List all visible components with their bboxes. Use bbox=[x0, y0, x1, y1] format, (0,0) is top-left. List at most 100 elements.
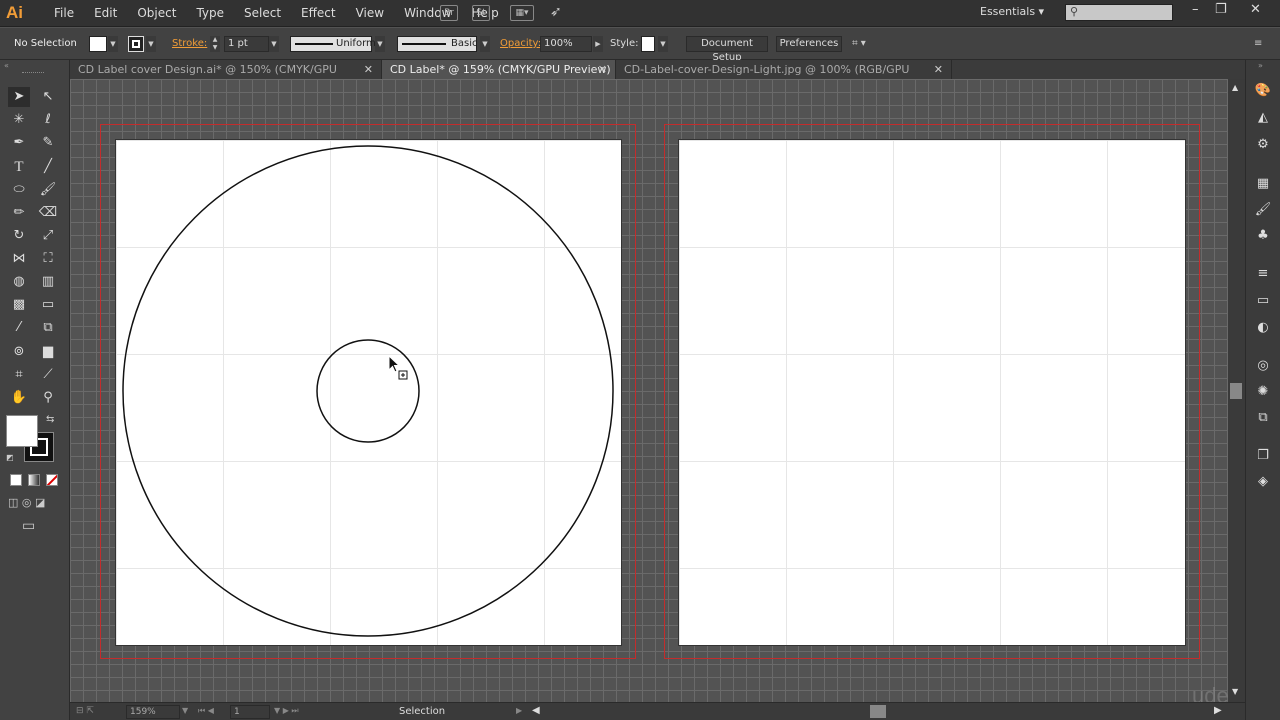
eraser-tool-icon[interactable]: ⌫ bbox=[37, 203, 59, 223]
tab-cd-label[interactable]: CD Label* @ 159% (CMYK/GPU Preview) ✕ bbox=[382, 60, 616, 79]
color-guide-icon[interactable]: ◭ bbox=[1253, 108, 1273, 128]
stroke-label[interactable]: Stroke: bbox=[172, 36, 207, 52]
appearance-panel-icon[interactable]: ◎ bbox=[1253, 356, 1273, 376]
drawing-modes-icon[interactable]: ◫ ◎ ◪ bbox=[8, 496, 62, 512]
selection-tool-icon[interactable]: ➤ bbox=[8, 87, 30, 107]
free-transform-tool-icon[interactable]: ⛶ bbox=[37, 249, 59, 269]
close-window-button[interactable]: ✕ bbox=[1250, 2, 1261, 17]
first-artboard-icon[interactable]: ⏮ ◀ bbox=[198, 706, 214, 716]
profile-dropdown[interactable]: ▼ bbox=[375, 36, 385, 52]
outer-cd-circle[interactable] bbox=[122, 145, 614, 637]
pencil-tool-icon[interactable]: ✏ bbox=[8, 203, 30, 223]
stroke-weight-input[interactable]: 1 pt bbox=[224, 36, 269, 52]
lasso-tool-icon[interactable]: ℓ bbox=[37, 110, 59, 130]
align-options-icon[interactable]: ⌗ ▾ bbox=[852, 36, 866, 52]
tab-cd-label-cover-design-light[interactable]: CD-Label-cover-Design-Light.jpg @ 100% (… bbox=[616, 60, 952, 95]
document-setup-button[interactable]: Document Setup bbox=[686, 36, 768, 63]
gradient-tool-icon[interactable]: ▭ bbox=[37, 295, 59, 315]
artboard-tool-icon[interactable]: ⌗ bbox=[8, 365, 30, 385]
line-segment-tool-icon[interactable]: ╱ bbox=[37, 157, 59, 177]
zoom-tool-icon[interactable]: ⚲ bbox=[37, 388, 59, 408]
swatches-panel-icon[interactable]: ▦ bbox=[1253, 174, 1273, 194]
graphic-styles-panel-icon[interactable]: ✺ bbox=[1253, 382, 1273, 402]
close-tab-icon[interactable]: ✕ bbox=[598, 60, 607, 79]
control-panel-menu-icon[interactable]: ≡ bbox=[1254, 36, 1262, 52]
blend-tool-icon[interactable]: ⧉ bbox=[37, 318, 59, 338]
artboard-number-field[interactable]: 1 bbox=[230, 705, 270, 719]
color-panel-icon[interactable]: 🎨 bbox=[1253, 81, 1273, 101]
expand-panels-icon[interactable]: » bbox=[1258, 61, 1263, 70]
gradient-mode-icon[interactable] bbox=[28, 474, 40, 486]
canvas-area[interactable]: udemy bbox=[70, 79, 1258, 708]
none-mode-icon[interactable] bbox=[46, 474, 58, 486]
stock-icon[interactable]: St bbox=[472, 5, 490, 21]
gpu-performance-icon[interactable]: ➶ bbox=[550, 4, 562, 20]
fill-color-box[interactable] bbox=[6, 415, 38, 447]
menu-file[interactable]: File bbox=[44, 0, 84, 27]
opacity-input[interactable]: 100% bbox=[540, 36, 592, 52]
flip-icon[interactable]: ⊟ ⇱ bbox=[76, 706, 94, 716]
direct-selection-tool-icon[interactable]: ↖ bbox=[37, 87, 59, 107]
tab-cd-label-cover-design[interactable]: CD Label cover Design.ai* @ 150% (CMYK/G… bbox=[70, 60, 382, 95]
scroll-left-arrow-icon[interactable]: ◀ bbox=[532, 705, 540, 716]
color-themes-icon[interactable]: ⚙ bbox=[1253, 135, 1273, 155]
brush-dropdown[interactable]: ▼ bbox=[480, 36, 490, 52]
color-mode-icon[interactable] bbox=[10, 474, 22, 486]
stroke-weight-dropdown[interactable]: ▼ bbox=[269, 36, 279, 52]
screen-mode-icon[interactable]: ▭ bbox=[22, 518, 35, 534]
menu-effect[interactable]: Effect bbox=[291, 0, 346, 27]
symbols-panel-icon[interactable]: ♣ bbox=[1253, 226, 1273, 246]
slice-tool-icon[interactable]: ⟋ bbox=[37, 365, 59, 385]
transparency-panel-icon[interactable]: ◐ bbox=[1253, 318, 1273, 338]
menu-object[interactable]: Object bbox=[127, 0, 186, 27]
symbol-sprayer-tool-icon[interactable]: ⊚ bbox=[8, 342, 30, 362]
layers-panel-icon[interactable]: ◈ bbox=[1253, 472, 1273, 492]
panel-grip[interactable] bbox=[22, 72, 44, 75]
swap-fill-stroke-icon[interactable]: ⇆ bbox=[46, 414, 54, 425]
brush-definition[interactable]: Basic bbox=[397, 36, 477, 52]
default-fill-stroke-icon[interactable]: ◩ bbox=[6, 453, 16, 463]
curvature-tool-icon[interactable]: ✎ bbox=[37, 133, 59, 153]
ellipse-tool-icon[interactable]: ⬭ bbox=[8, 180, 30, 200]
scroll-right-arrow-icon[interactable]: ▶ bbox=[1214, 705, 1222, 716]
minimize-button[interactable]: – bbox=[1192, 2, 1199, 17]
menu-view[interactable]: View bbox=[346, 0, 394, 27]
restore-button[interactable]: ❐ bbox=[1215, 2, 1227, 17]
stroke-swatch[interactable] bbox=[128, 36, 144, 52]
zoom-dropdown-arrow[interactable]: ▼ bbox=[182, 706, 188, 715]
fill-swatch[interactable] bbox=[89, 36, 107, 52]
zoom-level-field[interactable]: 159% bbox=[126, 705, 180, 719]
close-tab-icon[interactable]: ✕ bbox=[364, 60, 373, 79]
menu-select[interactable]: Select bbox=[234, 0, 291, 27]
variable-width-profile[interactable]: Uniform bbox=[290, 36, 376, 52]
vertical-scrollbar[interactable]: ▲ ▼ bbox=[1228, 79, 1245, 702]
shape-builder-tool-icon[interactable]: ◍ bbox=[8, 272, 30, 292]
fill-dropdown-arrow[interactable]: ▼ bbox=[108, 36, 118, 52]
mesh-tool-icon[interactable]: ▩ bbox=[8, 295, 30, 315]
preferences-button[interactable]: Preferences bbox=[776, 36, 842, 52]
pen-tool-icon[interactable]: ✒ bbox=[8, 133, 30, 153]
collapse-panel-icon[interactable]: « bbox=[4, 61, 9, 70]
search-help-field[interactable]: ⚲ bbox=[1065, 4, 1173, 21]
rotate-tool-icon[interactable]: ↻ bbox=[8, 226, 30, 246]
scroll-down-arrow-icon[interactable]: ▼ bbox=[1232, 687, 1238, 696]
arrange-documents-icon[interactable]: ▦▾ bbox=[510, 5, 534, 21]
close-tab-icon[interactable]: ✕ bbox=[934, 60, 943, 79]
hand-tool-icon[interactable]: ✋ bbox=[8, 388, 30, 408]
eyedropper-tool-icon[interactable]: ⁄ bbox=[8, 318, 30, 338]
scroll-up-arrow-icon[interactable]: ▲ bbox=[1232, 83, 1238, 92]
paintbrush-tool-icon[interactable]: 🖌 bbox=[37, 180, 59, 200]
artboards-panel-icon[interactable]: ❐ bbox=[1253, 446, 1273, 466]
menu-type[interactable]: Type bbox=[186, 0, 234, 27]
opacity-slider-arrow[interactable]: ▶ bbox=[593, 36, 603, 52]
artboard-2[interactable] bbox=[678, 139, 1186, 646]
vertical-scroll-thumb[interactable] bbox=[1230, 383, 1242, 399]
horizontal-scroll-thumb[interactable] bbox=[870, 705, 886, 718]
width-tool-icon[interactable]: ⋈ bbox=[8, 249, 30, 269]
column-graph-tool-icon[interactable]: ▆ bbox=[37, 342, 59, 362]
stroke-panel-icon[interactable]: ≡ bbox=[1253, 264, 1273, 284]
menu-edit[interactable]: Edit bbox=[84, 0, 127, 27]
brushes-panel-icon[interactable]: 🖌 bbox=[1253, 200, 1273, 220]
stroke-dropdown-arrow[interactable]: ▼ bbox=[146, 36, 156, 52]
workspace-switcher[interactable]: Essentials ▾ bbox=[980, 5, 1044, 18]
